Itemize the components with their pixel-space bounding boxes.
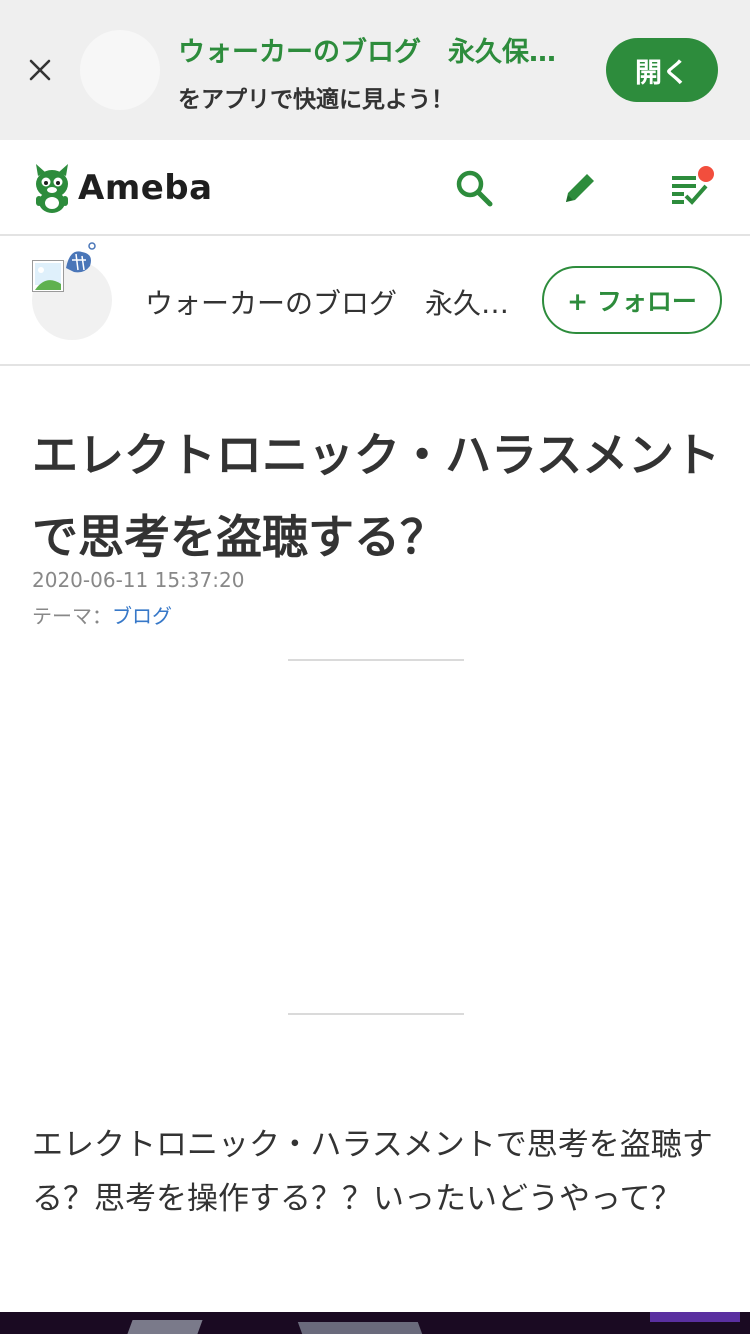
app-icon xyxy=(80,30,160,110)
ad-divider-top xyxy=(288,659,464,661)
logo-text: Ameba xyxy=(78,168,213,208)
article-title: エレクトロニック・ハラスメントで思考を盗聴する？ xyxy=(32,428,721,564)
site-header: Ameba xyxy=(0,140,750,236)
article-image xyxy=(0,1312,750,1334)
banner-title: ウォーカーのブログ 永久保… xyxy=(178,37,556,68)
article-body: エレクトロニック・ハラスメントで思考を盗聴する？思考を操作する？？いったいどうや… xyxy=(32,1127,713,1217)
badge-icon xyxy=(66,242,96,273)
notification-badge xyxy=(698,166,714,182)
broken-image-icon xyxy=(32,260,64,292)
search-icon[interactable] xyxy=(454,168,494,208)
open-app-button[interactable]: 開く xyxy=(606,38,718,102)
article-theme: テーマ：ブログ xyxy=(32,600,172,629)
banner-subtitle: をアプリで快適に見よう！ xyxy=(178,87,454,113)
pencil-icon[interactable] xyxy=(560,168,600,208)
blog-name[interactable]: ウォーカーのブログ 永久… xyxy=(145,282,515,322)
ameba-logo[interactable]: Ameba xyxy=(30,160,213,216)
article-date: 2020-06-11 15:37:20 xyxy=(32,568,245,592)
follow-button[interactable]: + フォロー xyxy=(542,266,722,334)
theme-label: テーマ： xyxy=(32,604,112,628)
theme-link[interactable]: ブログ xyxy=(112,604,172,628)
ad-divider-bottom xyxy=(288,1013,464,1015)
close-icon[interactable] xyxy=(26,56,54,84)
app-banner: ウォーカーのブログ 永久保… をアプリで快適に見よう！ 開く xyxy=(0,0,750,140)
ameba-mascot-icon xyxy=(36,164,68,213)
